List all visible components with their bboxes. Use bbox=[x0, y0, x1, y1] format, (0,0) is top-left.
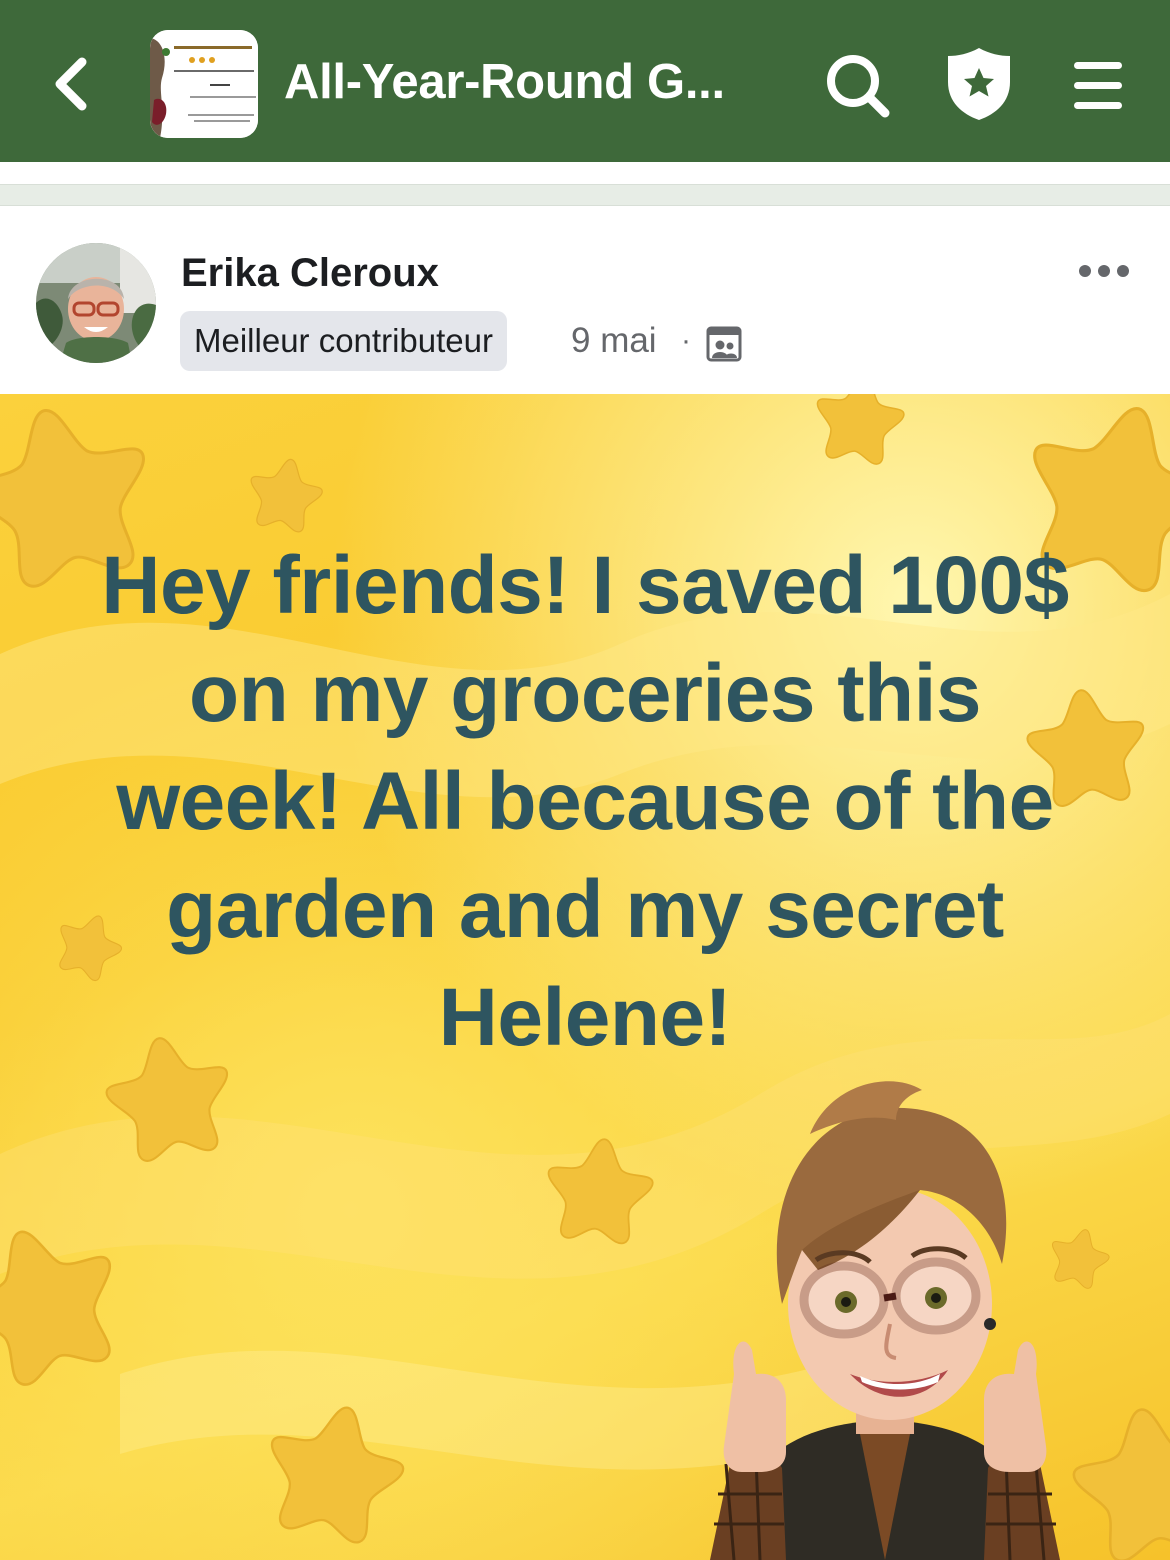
group-title[interactable]: All-Year-Round G... bbox=[284, 52, 754, 112]
author-name[interactable]: Erika Cleroux bbox=[181, 248, 439, 298]
search-icon bbox=[827, 55, 890, 118]
hamburger-menu-icon bbox=[1074, 62, 1122, 109]
admin-tools-button[interactable] bbox=[942, 44, 1016, 124]
group-members-icon bbox=[706, 326, 742, 362]
group-cover-thumbnail[interactable] bbox=[150, 30, 258, 138]
shield-star-icon bbox=[948, 48, 1010, 120]
post-options-button[interactable] bbox=[1076, 254, 1132, 288]
post-text: Hey friends! I saved 100$ on my grocerie… bbox=[101, 540, 1069, 1063]
app-bar: All-Year-Round G... bbox=[0, 0, 1170, 162]
author-photo bbox=[36, 243, 156, 363]
author-avatar[interactable] bbox=[36, 243, 156, 363]
top-contributor-badge[interactable]: Meilleur contributeur bbox=[180, 311, 507, 371]
menu-button[interactable] bbox=[1062, 50, 1134, 122]
meta-separator: · bbox=[681, 324, 691, 357]
more-horizontal-icon bbox=[1079, 265, 1129, 277]
group-cover-image bbox=[150, 30, 258, 138]
avatar-thumbs-up-sticker bbox=[710, 1081, 1060, 1560]
search-button[interactable] bbox=[822, 50, 894, 122]
post-background-card[interactable]: Hey friends! I saved 100$ on my grocerie… bbox=[0, 394, 1170, 1560]
post-date[interactable]: 9 mai bbox=[571, 318, 657, 364]
feed-divider bbox=[0, 184, 1170, 206]
back-button[interactable] bbox=[40, 50, 104, 118]
feed-spacer bbox=[0, 162, 1170, 184]
post-header: Erika Cleroux Meilleur contributeur 9 ma… bbox=[0, 206, 1170, 394]
chevron-left-icon bbox=[55, 57, 87, 111]
